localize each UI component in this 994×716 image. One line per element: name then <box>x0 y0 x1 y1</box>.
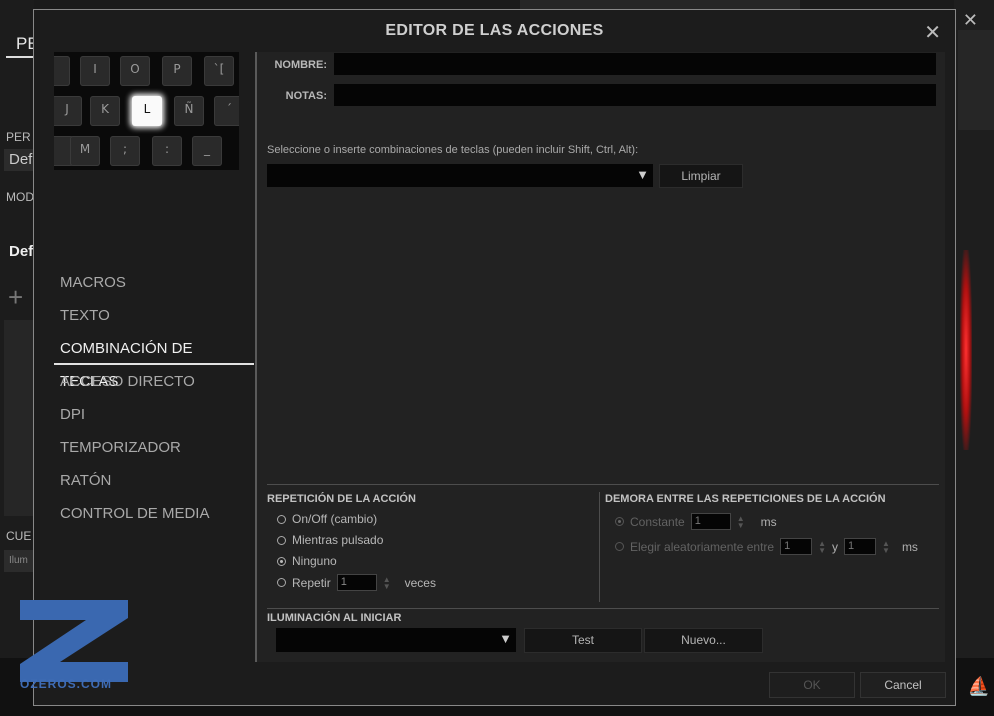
repeat-option-none[interactable]: Ninguno <box>277 554 337 568</box>
spinner-arrows-icon[interactable]: ▲ ▼ <box>737 514 745 529</box>
repeat-option-toggle[interactable]: On/Off (cambio) <box>277 512 377 526</box>
divider <box>267 484 939 485</box>
dropdown-arrow-icon[interactable]: ▼ <box>499 631 512 646</box>
add-icon[interactable]: + <box>8 282 23 313</box>
key: _ <box>192 136 222 166</box>
spinner-arrows-icon[interactable]: ▲ ▼ <box>383 575 391 590</box>
radio-icon[interactable] <box>277 535 286 545</box>
radio-checked-icon[interactable] <box>615 517 624 526</box>
menu-item-acceso-directo[interactable]: ACCESO DIRECTO <box>54 365 254 398</box>
lighting-section-title: ILUMINACIÓN AL INICIAR <box>267 612 402 624</box>
delay-unit-label: ms <box>760 514 777 529</box>
action-editor-dialog: EDITOR DE LAS ACCIONES ✕ I O P `[ J K L … <box>33 9 956 706</box>
repeat-section-title: REPETICIÓN DE LA ACCIÓN <box>267 493 416 505</box>
clear-button[interactable]: Limpiar <box>659 164 743 188</box>
radio-icon[interactable] <box>615 542 624 551</box>
radio-checked-icon[interactable] <box>277 556 286 566</box>
key: `[ <box>204 56 234 86</box>
key: O <box>120 56 150 86</box>
dialog-title: EDITOR DE LAS ACCIONES <box>385 22 604 39</box>
key: : <box>152 136 182 166</box>
notes-label: NOTAS: <box>285 90 327 102</box>
key: ; <box>110 136 140 166</box>
dropdown-arrow-icon[interactable]: ▼ <box>636 167 649 182</box>
menu-item-raton[interactable]: RATÓN <box>54 464 254 497</box>
key: J <box>54 96 82 126</box>
spinner-arrows-icon[interactable]: ▲ ▼ <box>818 539 826 554</box>
ok-button[interactable]: OK <box>769 672 855 698</box>
key-combination-select[interactable]: ▼ <box>267 164 653 187</box>
action-type-menu: MACROS TEXTO COMBINACIÓN DE TECLAS ACCES… <box>54 266 254 530</box>
divider <box>267 608 939 609</box>
watermark-text: OZEROS.COM <box>20 677 113 691</box>
key <box>54 56 70 86</box>
delay-and-label: y <box>832 539 839 554</box>
repeat-option-label: On/Off (cambio) <box>292 512 378 526</box>
menu-item-control-de-media[interactable]: CONTROL DE MEDIA <box>54 497 254 530</box>
delay-option-constant[interactable]: Constante 1 ▲ ▼ ms <box>615 513 777 530</box>
test-button[interactable]: Test <box>524 628 642 653</box>
vertical-divider <box>599 492 600 602</box>
background-panel <box>4 320 34 516</box>
new-lighting-button[interactable]: Nuevo... <box>644 628 763 653</box>
repeat-unit-label: veces <box>404 575 436 590</box>
lighting-select[interactable]: ▼ <box>276 628 516 652</box>
name-label: NOMBRE: <box>274 59 327 71</box>
menu-item-combinacion-de-teclas[interactable]: COMBINACIÓN DE TECLAS <box>54 332 254 390</box>
keyboard-preview: I O P `[ J K L Ñ ´ M ; : _ <box>54 52 239 170</box>
background-mode-label: MOD <box>6 190 34 204</box>
watermark-logo <box>20 600 128 682</box>
background-profile-field[interactable]: Def <box>4 149 34 171</box>
background-red-glow <box>960 250 972 450</box>
delay-constant-label: Constante <box>630 514 685 529</box>
key: Ñ <box>174 96 204 126</box>
spinner-arrows-icon[interactable]: ▲ ▼ <box>882 539 890 554</box>
radio-icon[interactable] <box>277 578 286 587</box>
repeat-option-label: Mientras pulsado <box>292 533 384 547</box>
key-combination-instructions: Seleccione o inserte combinaciones de te… <box>267 144 639 156</box>
delay-section-title: DEMORA ENTRE LAS REPETICIONES DE LA ACCI… <box>605 493 886 505</box>
key: I <box>80 56 110 86</box>
key: K <box>90 96 120 126</box>
delay-random-max-input[interactable]: 1 <box>844 538 877 555</box>
delay-option-random[interactable]: Elegir aleatoriamente entre 1 ▲ ▼ y 1 ▲ ▼ … <box>615 538 918 555</box>
repeat-option-label: Ninguno <box>292 554 337 568</box>
key: ´ <box>214 96 239 126</box>
background-lighting-field[interactable]: Ilum <box>4 550 34 572</box>
delay-random-unit-label: ms <box>901 539 918 554</box>
delay-random-min-input[interactable]: 1 <box>780 538 813 555</box>
key-highlighted: L <box>132 96 162 126</box>
notes-input[interactable] <box>334 84 936 106</box>
repeat-option-repeat[interactable]: Repetir 1 ▲ ▼ veces <box>277 574 436 591</box>
menu-item-texto[interactable]: TEXTO <box>54 299 254 332</box>
repeat-count-input[interactable]: 1 <box>336 574 377 591</box>
corsair-logo-icon: ⛵ <box>967 676 990 696</box>
background-tab-underline <box>6 56 34 58</box>
background-mode-field[interactable]: Def <box>4 241 34 263</box>
delay-constant-input[interactable]: 1 <box>690 513 731 530</box>
repeat-option-label: Repetir <box>292 575 331 590</box>
menu-item-macros[interactable]: MACROS <box>54 266 254 299</box>
action-settings-panel: NOMBRE: NOTAS: Seleccione o inserte comb… <box>255 52 945 662</box>
background-close-icon[interactable]: ✕ <box>963 10 978 31</box>
delay-random-label: Elegir aleatoriamente entre <box>630 539 775 554</box>
menu-item-dpi[interactable]: DPI <box>54 398 254 431</box>
radio-icon[interactable] <box>277 514 286 524</box>
repeat-option-hold[interactable]: Mientras pulsado <box>277 533 383 547</box>
background-hex-shape <box>958 30 994 130</box>
menu-item-temporizador[interactable]: TEMPORIZADOR <box>54 431 254 464</box>
background-profile-label: PER <box>6 130 31 144</box>
name-input[interactable] <box>334 53 936 75</box>
close-icon[interactable]: ✕ <box>924 20 941 45</box>
background-cue-label: CUE <box>6 529 32 543</box>
cancel-button[interactable]: Cancel <box>860 672 946 698</box>
key: P <box>162 56 192 86</box>
key: M <box>70 136 100 166</box>
